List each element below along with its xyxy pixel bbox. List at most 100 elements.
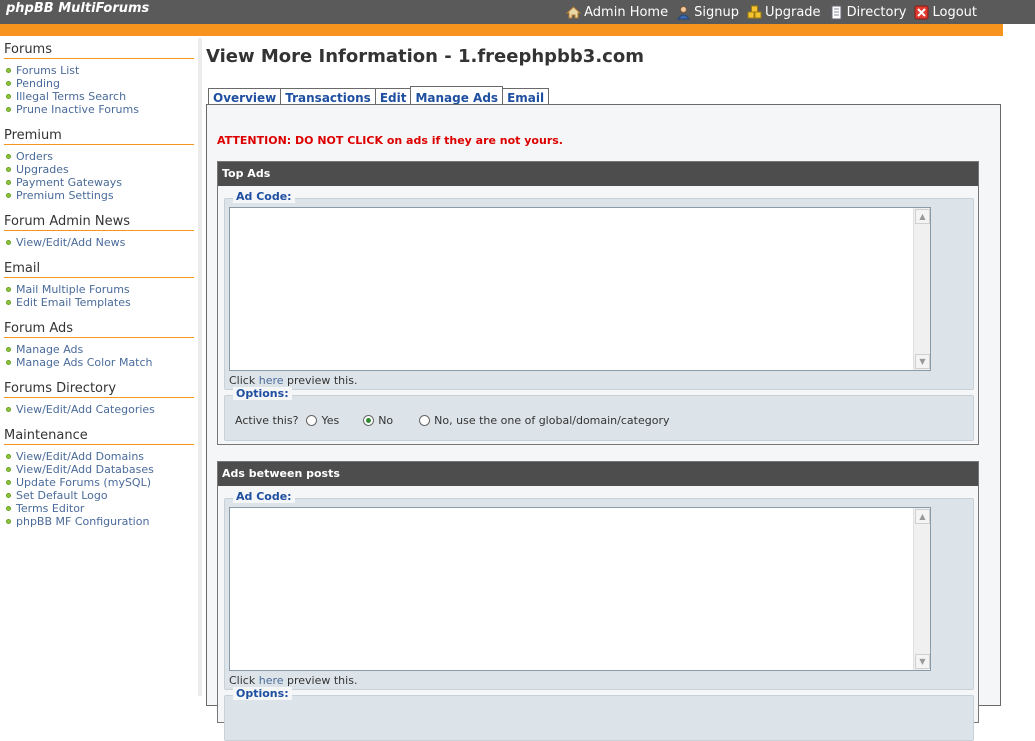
sidebar-item-label: Illegal Terms Search: [16, 90, 127, 103]
scroll-down-icon[interactable]: ▼: [915, 654, 930, 669]
nav-logout[interactable]: Logout: [914, 5, 977, 20]
sidebar-item-update-forums[interactable]: Update Forums (mySQL): [6, 476, 194, 489]
nav-signup[interactable]: Signup: [676, 5, 739, 20]
options-legend: Options:: [233, 687, 292, 700]
sidebar-item-default-logo[interactable]: Set Default Logo: [6, 489, 194, 502]
scroll-up-icon[interactable]: ▲: [915, 509, 930, 524]
preview-suffix: preview this.: [287, 374, 358, 387]
sidebar-item-payment-gateways[interactable]: Payment Gateways: [6, 176, 194, 189]
nav-upgrade[interactable]: Upgrade: [747, 5, 821, 20]
panel-title: Top Ads: [218, 162, 978, 186]
sidebar-item-categories[interactable]: View/Edit/Add Categories: [6, 403, 194, 416]
sidebar-item-illegal-terms[interactable]: Illegal Terms Search: [6, 90, 194, 103]
bullet-icon: [6, 519, 11, 524]
orange-accent-bar: [0, 24, 1003, 36]
radio-yes[interactable]: [306, 415, 318, 426]
ad-code-textarea[interactable]: ▲ ▼: [229, 507, 931, 671]
logout-icon: [914, 5, 929, 20]
nav-admin-home[interactable]: Admin Home: [565, 4, 669, 20]
bullet-icon: [6, 167, 11, 172]
sidebar-item-label: Terms Editor: [16, 502, 85, 515]
preview-link[interactable]: here: [259, 674, 284, 687]
bullet-icon: [6, 68, 11, 73]
ad-code-legend: Ad Code:: [233, 490, 295, 503]
preview-line: Click here preview this.: [229, 374, 357, 387]
textarea-scrollbar[interactable]: ▲ ▼: [913, 208, 930, 370]
scroll-down-icon[interactable]: ▼: [915, 354, 930, 369]
preview-suffix: preview this.: [287, 674, 358, 687]
sidebar-item-label: Forums List: [16, 64, 80, 77]
active-label: Active this?: [235, 414, 299, 427]
sidebar-item-news[interactable]: View/Edit/Add News: [6, 236, 194, 249]
preview-line: Click here preview this.: [229, 674, 357, 687]
sidebar-section-forums: Forums Forums List Pending Illegal Terms…: [4, 38, 194, 116]
sidebar-section-title: Premium: [4, 124, 194, 145]
sidebar-item-pending[interactable]: Pending: [6, 77, 194, 90]
options-legend: Options:: [233, 387, 292, 400]
bullet-icon: [6, 107, 11, 112]
user-icon: [676, 5, 691, 20]
sidebar-item-mail-multiple[interactable]: Mail Multiple Forums: [6, 283, 194, 296]
sidebar-item-label: phpBB MF Configuration: [16, 515, 150, 528]
sidebar-item-email-templates[interactable]: Edit Email Templates: [6, 296, 194, 309]
bullet-icon: [6, 81, 11, 86]
sidebar-item-label: Edit Email Templates: [16, 296, 131, 309]
sidebar-section-forum-ads: Forum Ads Manage Ads Manage Ads Color Ma…: [4, 317, 194, 369]
panel-top-ads: Top Ads Ad Code: ▲ ▼ Click here preview …: [217, 161, 979, 445]
preview-link[interactable]: here: [259, 374, 284, 387]
preview-prefix: Click: [229, 674, 256, 687]
sidebar-item-label: Manage Ads: [16, 343, 84, 356]
scroll-up-icon[interactable]: ▲: [915, 209, 930, 224]
radio-global-label: No, use the one of global/domain/categor…: [434, 414, 670, 427]
textarea-scrollbar[interactable]: ▲ ▼: [913, 508, 930, 670]
sidebar-item-label: Payment Gateways: [16, 176, 122, 189]
tab-bar: Overview Transactions Edit Manage Ads Em…: [208, 85, 550, 107]
sidebar-section-maintenance: Maintenance View/Edit/Add Domains View/E…: [4, 424, 194, 528]
ad-code-fieldset: Ad Code: ▲ ▼ Click here preview this.: [224, 190, 974, 390]
sidebar-section-title: Maintenance: [4, 424, 194, 445]
sidebar-item-databases[interactable]: View/Edit/Add Databases: [6, 463, 194, 476]
radio-no[interactable]: [363, 415, 375, 426]
sidebar-item-domains[interactable]: View/Edit/Add Domains: [6, 450, 194, 463]
sidebar-item-prune-inactive[interactable]: Prune Inactive Forums: [6, 103, 194, 116]
sidebar-item-label: Prune Inactive Forums: [16, 103, 139, 116]
panel-ads-between-posts: Ads between posts Ad Code: ▲ ▼ Click her…: [217, 461, 979, 741]
sidebar-item-label: Update Forums (mySQL): [16, 476, 152, 489]
sidebar-item-label: Pending: [16, 77, 60, 90]
bullet-icon: [6, 480, 11, 485]
bullet-icon: [6, 360, 11, 365]
preview-prefix: Click: [229, 374, 256, 387]
sidebar-section-title: Forum Admin News: [4, 210, 194, 231]
sidebar-section-directory: Forums Directory View/Edit/Add Categorie…: [4, 377, 194, 416]
sidebar-item-terms-editor[interactable]: Terms Editor: [6, 502, 194, 515]
brand-title: phpBB MultiForums: [6, 1, 150, 16]
sidebar-item-label: View/Edit/Add Domains: [16, 450, 145, 463]
radio-global[interactable]: [419, 415, 431, 426]
sidebar-section-title: Forums: [4, 38, 194, 59]
attention-warning: ATTENTION: DO NOT CLICK on ads if they a…: [217, 134, 563, 147]
nav-upgrade-label: Upgrade: [764, 4, 821, 20]
sidebar-section-email: Email Mail Multiple Forums Edit Email Te…: [4, 257, 194, 309]
sidebar-item-label: Upgrades: [16, 163, 69, 176]
sidebar-item-ads-color-match[interactable]: Manage Ads Color Match: [6, 356, 194, 369]
bullet-icon: [6, 493, 11, 498]
sidebar-section-title: Forum Ads: [4, 317, 194, 338]
nav-admin-home-label: Admin Home: [584, 4, 669, 20]
sidebar-item-orders[interactable]: Orders: [6, 150, 194, 163]
main-content: View More Information - 1.freephpbb3.com…: [202, 38, 1003, 741]
sidebar-item-forums-list[interactable]: Forums List: [6, 64, 194, 77]
sidebar-item-mf-configuration[interactable]: phpBB MF Configuration: [6, 515, 194, 528]
radio-yes-label: Yes: [321, 414, 340, 427]
sidebar-section-title: Forums Directory: [4, 377, 194, 398]
nav-directory[interactable]: Directory: [829, 5, 906, 20]
sidebar-section-premium: Premium Orders Upgrades Payment Gateways…: [4, 124, 194, 202]
bullet-icon: [6, 347, 11, 352]
home-icon: [565, 5, 582, 20]
sidebar-section-news: Forum Admin News View/Edit/Add News: [4, 210, 194, 249]
ad-code-textarea[interactable]: ▲ ▼: [229, 207, 931, 371]
top-header: phpBB MultiForums Admin Home Signup Upgr…: [0, 0, 1035, 24]
bullet-icon: [6, 180, 11, 185]
sidebar-item-premium-settings[interactable]: Premium Settings: [6, 189, 194, 202]
sidebar-item-manage-ads[interactable]: Manage Ads: [6, 343, 194, 356]
sidebar-item-upgrades[interactable]: Upgrades: [6, 163, 194, 176]
